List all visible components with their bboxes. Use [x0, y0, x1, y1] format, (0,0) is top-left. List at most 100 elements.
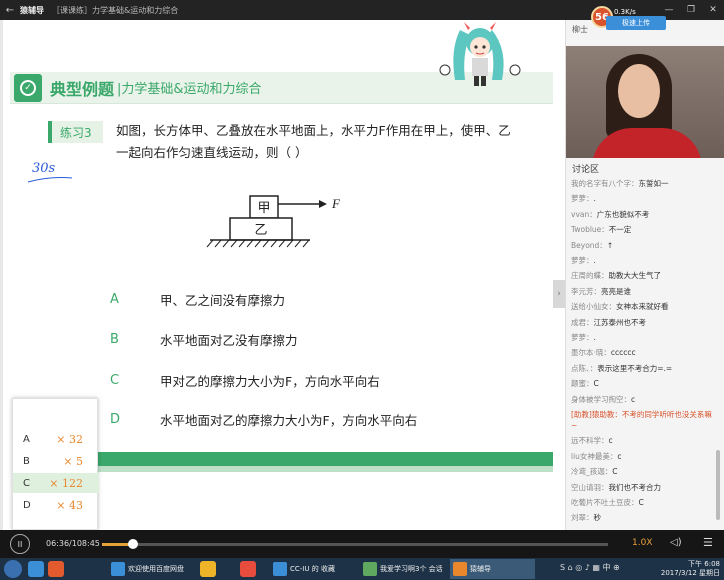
chat-message: 送给小仙女：女神本来就好看	[571, 301, 716, 312]
playback-rate[interactable]: 1.0X	[632, 538, 652, 548]
taskbar-item-label: 猿辅导	[470, 565, 491, 573]
system-tray-icons[interactable]: S ⌂ ◎ ♪ ▦ 中 ⊕	[560, 562, 620, 573]
chat-message: 墨尔本·晓：cccccc	[571, 347, 716, 358]
chat-message: 冷鸢_孩迦：C	[571, 466, 716, 477]
browser-icon[interactable]	[28, 561, 44, 577]
stat-count: × 5	[63, 454, 83, 468]
chat-text: .	[593, 333, 596, 342]
fast-upload-button[interactable]: 极速上传	[606, 16, 666, 30]
chat-text: C	[593, 379, 599, 389]
chat-message: liu女神最美：c	[571, 451, 716, 462]
progress-track[interactable]	[102, 543, 608, 546]
option-letter: A	[110, 291, 119, 307]
chat-username: vvan：	[571, 209, 597, 219]
chat-text: c	[608, 436, 613, 446]
handwritten-note-text: 30s	[32, 161, 56, 176]
chat-message: 庄周的蝶：助教大大生气了	[571, 270, 716, 281]
chat-text: 江苏泰州也不考	[593, 317, 647, 327]
taskbar-item-yuanfudao[interactable]: 猿辅导	[450, 559, 535, 579]
option-b[interactable]: B 水平地面对乙没有摩擦力	[110, 326, 298, 352]
menu-icon[interactable]: ☰	[703, 536, 713, 549]
chat-text: C	[612, 467, 618, 477]
option-d[interactable]: D 水平地面对乙的摩擦力大小为F，方向水平向右	[110, 406, 417, 432]
option-text: 水平地面对乙没有摩擦力	[160, 332, 298, 348]
chat-message: 空山请羽：我们也不考合力	[571, 482, 716, 493]
option-letter: C	[110, 372, 120, 388]
chat-text: .	[593, 256, 596, 265]
chat-message: 点陈、：表示这里不考合力=.=	[571, 363, 716, 374]
chat-message: 成君：江苏泰州也不考	[571, 317, 716, 328]
maximize-icon[interactable]: ❐	[680, 0, 702, 20]
option-text: 水平地面对乙的摩擦力大小为F，方向水平向右	[160, 412, 418, 428]
physics-diagram: 甲 乙 F	[206, 195, 341, 248]
chat-username: 吃葡片不吐土豆皮：	[571, 498, 639, 507]
chat-username: liu女神最美：	[571, 451, 618, 461]
chat-username: 送给小仙女：	[571, 302, 616, 312]
start-button-icon[interactable]	[4, 560, 22, 578]
taskbar-clock[interactable]: 下午 6:08 2017/3/12 星期日	[660, 560, 720, 578]
chat-text: 亮亮是谁	[601, 286, 631, 296]
close-icon[interactable]: ✕	[702, 0, 724, 20]
chat-message: 身体被学习掏空：c	[571, 394, 716, 405]
stat-count: × 32	[56, 432, 83, 446]
stat-row-a: A × 32	[13, 429, 99, 449]
right-panel: 柳士 56 0.3K/s 极速上传 讨论区 我的名字有八个字：东誓如一 萝萝：. v…	[565, 6, 724, 530]
chat-username: 成君：	[571, 317, 594, 327]
chat-username: 冷鸢_孩迦：	[571, 467, 613, 477]
option-c[interactable]: C 甲对乙的摩擦力大小为F，方向水平向右	[110, 367, 380, 393]
lesson-slide: ✓ 典型例题 |力学基础&运动和力综合 练习3 如图，长方体甲、乙叠放在水平地面…	[0, 20, 565, 530]
chat-message: 我的名字有八个字：东誓如一	[571, 178, 716, 189]
chat-text: c	[617, 451, 622, 461]
pause-icon[interactable]: II	[10, 534, 30, 554]
chat-username: 刘翠：	[571, 513, 594, 523]
chat-scrollbar[interactable]	[716, 450, 720, 520]
taskbar-item-chat[interactable]: 我爱学习啊3个 会话	[360, 559, 445, 579]
option-text: 甲对乙的摩擦力大小为F，方向水平向右	[160, 373, 380, 389]
mi-icon[interactable]	[240, 561, 256, 577]
chat-text: ↑	[606, 240, 614, 250]
chat-text: C	[638, 498, 644, 507]
volume-icon[interactable]: ◁)	[670, 537, 682, 548]
chat-text: 广东也貌似不考	[596, 209, 650, 219]
progress-thumb[interactable]	[127, 539, 138, 549]
chat-message: 萝萝：.	[571, 255, 716, 266]
chat-username: [助教]猿助教：	[571, 410, 622, 419]
chat-username: 萝萝：	[571, 333, 594, 342]
taskbar-app-icon[interactable]	[48, 561, 64, 577]
chat-username: 墨尔本·晓：	[571, 348, 611, 358]
teacher-video	[566, 46, 724, 158]
chat-message: Twoblue：不一定	[571, 224, 716, 235]
exercise-tag: 练习3	[48, 121, 103, 143]
question-line-1: 如图，长方体甲、乙叠放在水平地面上，水平力F作用在甲上，使甲、乙	[116, 123, 511, 138]
chat-text: 表示这里不考合力=.=	[597, 363, 673, 373]
stat-count: × 43	[56, 498, 83, 512]
clock-time: 下午 6:08	[688, 560, 720, 568]
playback-time: 06:36/108:45	[46, 539, 100, 548]
stat-letter: D	[23, 499, 31, 511]
chat-text: 不一定	[608, 225, 632, 235]
chat-text: 女神本来就好看	[616, 302, 669, 312]
discussion-title: 讨论区	[572, 165, 600, 175]
option-a[interactable]: A 甲、乙之间没有摩擦力	[110, 286, 285, 312]
slide-header-title: 典型例题	[50, 80, 115, 99]
chat-message: 萝萝：.	[571, 193, 716, 204]
option-letter: D	[110, 411, 121, 427]
chat-text: 东誓如一	[638, 179, 669, 188]
block-top-label: 甲	[257, 200, 270, 215]
back-arrow-icon[interactable]: ←	[0, 5, 20, 16]
question-line-2: 一起向右作匀速直线运动，则（ ）	[116, 145, 308, 160]
collapse-panel-arrow-icon[interactable]: ›	[553, 280, 565, 308]
stat-letter: C	[23, 477, 30, 489]
app-title: 猿辅导	[20, 5, 44, 15]
taskbar-app-icon[interactable]	[200, 561, 216, 577]
taskbar-item-label: CC-IU 的 收藏	[290, 565, 335, 573]
chat-username: Twoblue：	[571, 225, 609, 235]
taskbar-item-baidu[interactable]: 欢迎使用百度网盘	[108, 559, 193, 579]
taskbar-item-favorites[interactable]: CC-IU 的 收藏	[270, 559, 355, 579]
block-bottom-label: 乙	[254, 222, 267, 237]
chat-message: [助教]猿助教：不考的同学听听也没关系嘛~	[571, 409, 716, 431]
chat-username: 点陈、：	[571, 363, 598, 373]
stat-row-c: C × 122	[13, 473, 99, 493]
chat-username: 萝萝：	[571, 256, 594, 265]
slide-header-subtitle: |力学基础&运动和力综合	[117, 82, 262, 97]
